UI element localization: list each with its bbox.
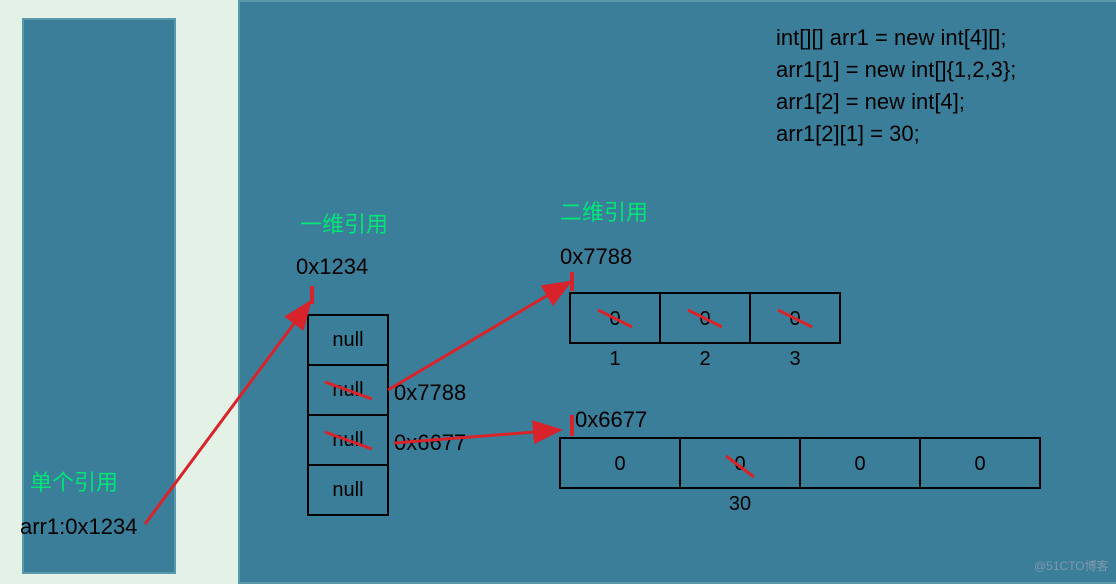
row1-idx1: 2 (699, 348, 710, 370)
label-single-ref: 单个引用 (30, 470, 118, 495)
outer-cell0: null (332, 329, 363, 351)
outer-array: null null null null (308, 315, 388, 515)
outer-cell1-val: 0x7788 (394, 380, 466, 405)
row2-v3: 0 (974, 453, 985, 475)
var-text: arr1:0x1234 (20, 514, 137, 539)
row1-idx2: 3 (789, 348, 800, 370)
code-line-4: arr1[2][1] = 30; (776, 121, 920, 146)
watermark: @51CTO博客 (1034, 558, 1109, 573)
row2-v2: 0 (854, 453, 865, 475)
diagram-svg: int[][] arr1 = new int[4][]; arr1[1] = n… (0, 0, 1116, 580)
arrow-var-to-outer (145, 302, 310, 524)
addr-outer: 0x1234 (296, 254, 368, 279)
row2-newval: 30 (729, 493, 751, 515)
row1-idx0: 1 (609, 348, 620, 370)
addr-row2: 0x6677 (575, 407, 647, 432)
outer-cell3: null (332, 479, 363, 501)
code-line-1: int[][] arr1 = new int[4][]; (776, 25, 1007, 50)
label-dim1: 一维引用 (300, 212, 388, 237)
row2-array: 0 0 0 0 (560, 438, 1040, 488)
row2-v0: 0 (614, 453, 625, 475)
arrow-outer1-to-row1 (388, 282, 570, 390)
code-line-3: arr1[2] = new int[4]; (776, 89, 965, 114)
label-dim2: 二维引用 (560, 200, 648, 225)
row1-array: 0 0 0 1 2 3 (570, 293, 840, 370)
addr-row1: 0x7788 (560, 244, 632, 269)
code-line-2: arr1[1] = new int[]{1,2,3}; (776, 57, 1016, 82)
